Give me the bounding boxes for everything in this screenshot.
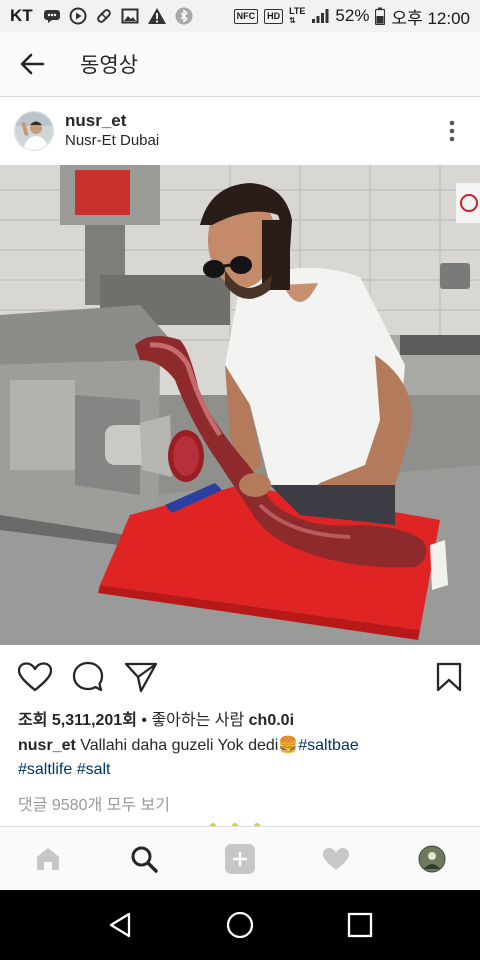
- avatar[interactable]: [14, 111, 54, 151]
- system-home-button[interactable]: [210, 895, 270, 955]
- pill-icon: [95, 7, 113, 25]
- post-user-info: nusr_et Nusr-Et Dubai: [65, 111, 159, 151]
- caption-username[interactable]: nusr_et: [18, 737, 76, 754]
- message-icon: [43, 8, 61, 24]
- status-right: NFC HD LTE ⇅ 52% 오후 12:00: [233, 4, 470, 29]
- comment-button[interactable]: [69, 658, 107, 696]
- system-back-button[interactable]: [90, 895, 150, 955]
- burger-emoji: 🍔: [278, 737, 299, 754]
- back-button[interactable]: [0, 32, 64, 97]
- views-label: 조회: [18, 712, 48, 729]
- paper-plane-icon: [124, 662, 158, 693]
- save-button[interactable]: [430, 658, 468, 696]
- gallery-icon: [121, 7, 139, 25]
- page-title: 동영상: [80, 54, 138, 77]
- hd-badge: HD: [264, 8, 284, 24]
- carrier-label: KT: [10, 6, 33, 25]
- arrow-left-icon: [20, 53, 45, 75]
- tab-search[interactable]: [114, 829, 174, 889]
- tab-add[interactable]: [210, 829, 270, 889]
- post-video[interactable]: [0, 165, 480, 645]
- views-count[interactable]: 5,311,201회: [52, 712, 137, 729]
- caption-text: Vallahi daha guzeli Yok dedi: [75, 737, 279, 754]
- post-header: nusr_et Nusr-Et Dubai: [0, 98, 480, 164]
- bottom-tab-bar: [0, 826, 480, 890]
- more-options-button[interactable]: [424, 103, 480, 159]
- search-icon: [131, 846, 158, 873]
- triangle-back-icon: [109, 912, 131, 938]
- status-bar: KT NFC HD LTE ⇅ 52% 오후 12:00: [0, 0, 480, 32]
- clock: 오후 12:00: [391, 8, 470, 28]
- hashtag-salt[interactable]: #salt: [77, 761, 111, 778]
- circle-home-icon: [226, 911, 254, 939]
- lte-indicator: LTE ⇅: [289, 6, 306, 26]
- speech-bubble-icon: [72, 661, 104, 692]
- video-frame: [0, 165, 480, 645]
- liked-by-label: • 좋아하는 사람: [141, 712, 245, 729]
- bluetooth-icon: [175, 7, 193, 25]
- bookmark-icon: [436, 662, 462, 692]
- view-all-comments-link[interactable]: 댓글 9580개 모두 보기: [18, 791, 170, 815]
- location[interactable]: Nusr-Et Dubai: [65, 131, 159, 151]
- system-recents-button[interactable]: [330, 895, 390, 955]
- square-recents-icon: [347, 912, 373, 938]
- heart-icon: [18, 662, 52, 692]
- tab-activity[interactable]: [306, 829, 366, 889]
- app-header: 동영상: [0, 32, 480, 97]
- avatar-icon: [418, 845, 446, 872]
- tab-home[interactable]: [18, 829, 78, 889]
- share-button[interactable]: [122, 658, 160, 696]
- status-left: KT: [10, 6, 193, 26]
- hashtag-saltlife[interactable]: #saltlife: [18, 761, 72, 778]
- tab-profile[interactable]: [402, 829, 462, 889]
- view-count: 조회 5,311,201회 • 좋아하는 사람 ch0.0i: [18, 706, 294, 730]
- vertical-dots-icon: [449, 120, 455, 142]
- heart-icon: [323, 847, 349, 870]
- system-nav-bar: [0, 890, 480, 960]
- post-actions: [0, 652, 480, 702]
- hashtag-saltbae[interactable]: #saltbae: [298, 737, 359, 754]
- battery-percent: 52%: [335, 6, 370, 25]
- add-icon: [225, 843, 255, 874]
- warning-icon: [147, 7, 167, 25]
- play-circle-icon: [69, 7, 87, 25]
- lte-label: LTE: [289, 6, 306, 16]
- signal-icon: [311, 8, 329, 24]
- username[interactable]: nusr_et: [65, 111, 159, 131]
- nfc-badge: NFC: [233, 8, 259, 24]
- battery-icon: [375, 7, 386, 25]
- liked-by-user[interactable]: ch0.0i: [249, 712, 294, 729]
- post-caption: nusr_et Vallahi daha guzeli Yok dedi🍔#sa…: [18, 734, 468, 782]
- home-icon: [37, 847, 59, 870]
- like-button[interactable]: [16, 658, 54, 696]
